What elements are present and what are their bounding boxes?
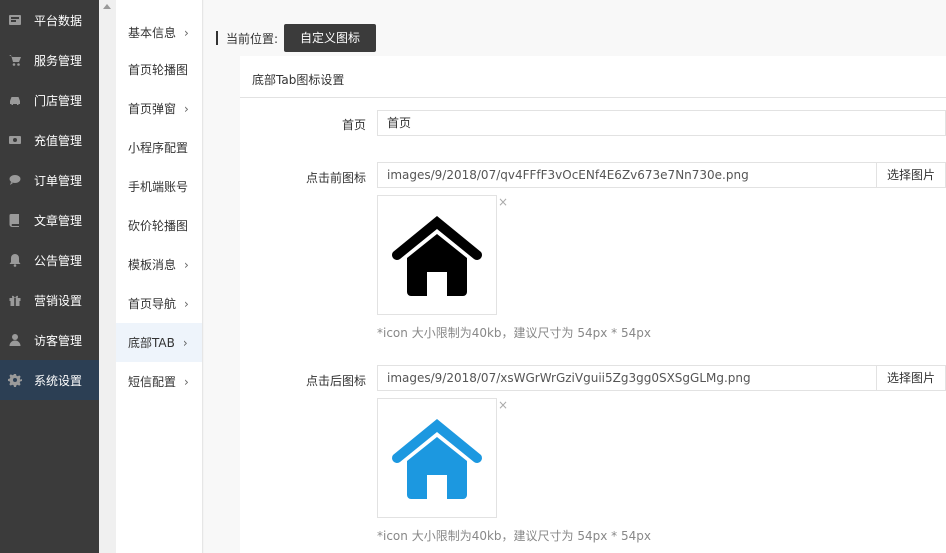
sidebar-item-system-settings[interactable]: 系统设置 <box>0 360 99 400</box>
sidebar-item-label: 充值管理 <box>34 133 83 148</box>
sidebar-item-label: 平台数据 <box>34 13 83 28</box>
submenu-item-label: 短信配置 <box>128 375 177 389</box>
after-icon-select-button[interactable]: 选择图片 <box>876 365 946 391</box>
breadcrumb-label: 当前位置: <box>226 31 279 46</box>
chevron-right-icon: › <box>184 25 189 40</box>
sidebar-item-service[interactable]: 服务管理 <box>0 40 99 80</box>
gift-icon <box>8 293 22 307</box>
dashboard-icon <box>8 13 22 27</box>
sidebar-item-articles[interactable]: 文章管理 <box>0 200 99 240</box>
car-icon <box>8 93 22 107</box>
breadcrumb-current-page[interactable]: 自定义图标 <box>284 24 377 52</box>
before-icon-path-input[interactable]: images/9/2018/07/qv4FFfF3vOcENf4E6Zv673e… <box>377 162 877 188</box>
sidebar-item-label: 门店管理 <box>34 93 83 108</box>
chevron-right-icon: › <box>184 296 189 311</box>
sidebar-item-label: 文章管理 <box>34 213 83 228</box>
breadcrumb: 当前位置: 自定义图标 <box>216 24 377 52</box>
submenu-item-mobile-account[interactable]: 手机端账号 <box>116 167 202 206</box>
settings-submenu: 基本信息 › 首页轮播图 首页弹窗 › 小程序配置 手机端账号 砍价轮播图 模板… <box>116 0 203 553</box>
chevron-right-icon: › <box>184 374 189 389</box>
sidebar-item-platform-data[interactable]: 平台数据 <box>0 0 99 40</box>
sidebar-item-recharge[interactable]: 充值管理 <box>0 120 99 160</box>
sidebar-item-visitors[interactable]: 访客管理 <box>0 320 99 360</box>
submenu-item-bargain-carousel[interactable]: 砍价轮播图 <box>116 206 202 245</box>
submenu-item-label: 首页轮播图 <box>128 63 189 77</box>
before-icon-select-button[interactable]: 选择图片 <box>876 162 946 188</box>
submenu-item-home-carousel[interactable]: 首页轮播图 <box>116 50 202 89</box>
submenu-item-label: 砍价轮播图 <box>128 219 189 233</box>
sidebar-item-label: 营销设置 <box>34 293 83 308</box>
home-icon <box>392 216 482 296</box>
tab-name-row: 首页 首页 <box>240 110 946 136</box>
before-icon-hint: *icon 大小限制为40kb，建议尺寸为 54px * 54px <box>377 326 651 340</box>
submenu-item-label: 首页导航 <box>128 297 177 311</box>
after-icon-label: 点击后图标 <box>305 374 366 388</box>
tab-name-label: 首页 <box>341 118 366 132</box>
after-icon-preview <box>377 398 497 518</box>
tab-name-input[interactable]: 首页 <box>377 110 946 136</box>
breadcrumb-marker <box>216 31 218 45</box>
before-icon-label: 点击前图标 <box>305 171 366 185</box>
after-icon-row: 点击后图标 images/9/2018/07/xsWGrWrGziVguii5Z… <box>240 365 946 545</box>
settings-panel: 底部Tab图标设置 首页 首页 点击前图标 images/9/2018/07/q… <box>240 56 946 553</box>
main-sidebar: 平台数据 服务管理 门店管理 充值管理 订单管理 文章管理 公告管理 营销设置 … <box>0 0 99 553</box>
submenu-item-label: 基本信息 <box>128 26 177 40</box>
submenu-item-home-popup[interactable]: 首页弹窗 › <box>116 89 202 128</box>
submenu-item-miniprogram-config[interactable]: 小程序配置 <box>116 128 202 167</box>
sidebar-item-label: 订单管理 <box>34 173 83 188</box>
sidebar-item-announcements[interactable]: 公告管理 <box>0 240 99 280</box>
panel-title: 底部Tab图标设置 <box>240 56 946 98</box>
after-icon-remove-icon[interactable]: × <box>498 398 508 412</box>
chevron-right-icon: › <box>182 335 188 350</box>
cart-icon <box>8 53 22 67</box>
sidebar-item-label: 服务管理 <box>34 53 83 68</box>
submenu-item-label: 小程序配置 <box>128 141 189 155</box>
sidebar-item-orders[interactable]: 订单管理 <box>0 160 99 200</box>
before-icon-preview <box>377 195 497 315</box>
after-icon-hint: *icon 大小限制为40kb，建议尺寸为 54px * 54px <box>377 529 651 543</box>
main-content: 当前位置: 自定义图标 底部Tab图标设置 首页 首页 点击前图标 images… <box>204 0 946 553</box>
chevron-right-icon: › <box>184 257 189 272</box>
submenu-item-home-nav[interactable]: 首页导航 › <box>116 284 202 323</box>
sidebar-item-label: 访客管理 <box>34 333 83 348</box>
book-icon <box>8 213 22 227</box>
sidebar-scrollbar[interactable] <box>99 0 116 553</box>
before-icon-remove-icon[interactable]: × <box>498 195 508 209</box>
sidebar-item-label: 系统设置 <box>34 373 83 388</box>
chat-bubble-icon <box>8 173 22 187</box>
submenu-item-label: 底部TAB <box>128 336 175 350</box>
submenu-item-sms-config[interactable]: 短信配置 › <box>116 362 202 401</box>
before-icon-row: 点击前图标 images/9/2018/07/qv4FFfF3vOcENf4E6… <box>240 162 946 342</box>
bell-icon <box>8 253 22 267</box>
submenu-item-label: 手机端账号 <box>128 180 189 194</box>
submenu-item-basic-info[interactable]: 基本信息 › <box>116 15 202 50</box>
scroll-up-arrow-icon[interactable] <box>103 4 111 9</box>
home-icon <box>392 419 482 499</box>
gear-icon <box>8 373 22 387</box>
sidebar-item-marketing[interactable]: 营销设置 <box>0 280 99 320</box>
submenu-item-bottom-tab[interactable]: 底部TAB › <box>116 323 202 362</box>
chevron-right-icon: › <box>184 101 189 116</box>
submenu-item-template-message[interactable]: 模板消息 › <box>116 245 202 284</box>
sidebar-item-store[interactable]: 门店管理 <box>0 80 99 120</box>
user-icon <box>8 333 22 347</box>
submenu-item-label: 首页弹窗 <box>128 102 177 116</box>
money-icon <box>8 133 22 147</box>
after-icon-path-input[interactable]: images/9/2018/07/xsWGrWrGziVguii5Zg3gg0S… <box>377 365 877 391</box>
sidebar-item-label: 公告管理 <box>34 253 83 268</box>
submenu-item-label: 模板消息 <box>128 258 177 272</box>
